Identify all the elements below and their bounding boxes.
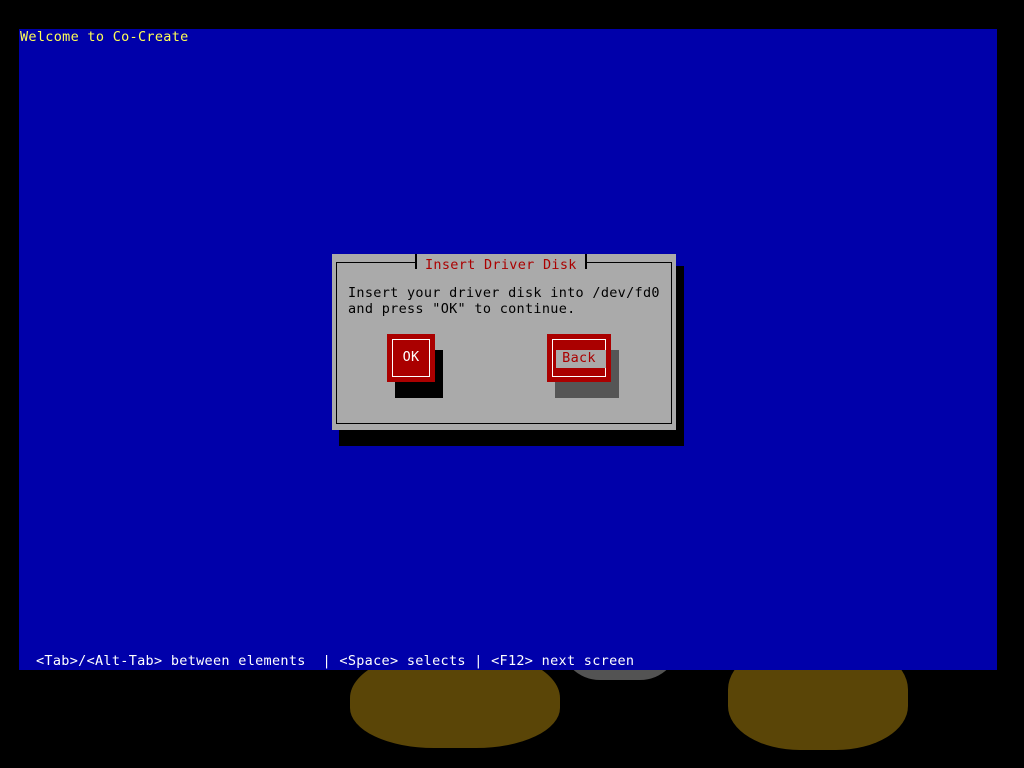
dialog-title-bar: Insert Driver Disk [415,254,587,273]
dialog-message-line-2: and press "OK" to continue. [348,301,576,317]
ok-button[interactable]: OK [387,334,435,382]
dialog-message: Insert your driver disk into /dev/fd0 an… [348,285,660,317]
installer-screen: Welcome to Co-Create Insert Driver Disk … [19,29,997,670]
keyboard-help-line: <Tab>/<Alt-Tab> between elements | <Spac… [36,653,635,669]
back-button[interactable]: Back [547,334,611,382]
insert-driver-disk-dialog: Insert Driver Disk Insert your driver di… [332,254,676,430]
ok-button-label: OK [402,349,420,365]
dialog-message-line-1: Insert your driver disk into /dev/fd0 [348,285,660,301]
screen-title: Welcome to Co-Create [20,29,189,45]
back-button-label: Back [562,350,596,366]
dialog-title: Insert Driver Disk [425,257,577,273]
